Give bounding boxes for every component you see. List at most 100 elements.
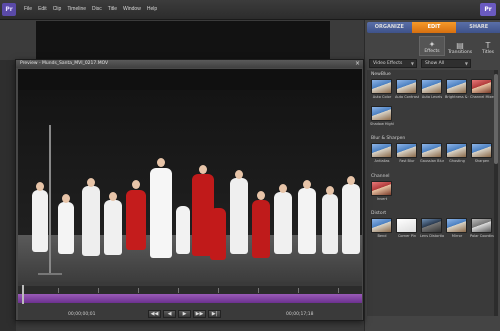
choir-child-head: [347, 176, 355, 185]
effect-thumb[interactable]: Auto Levels: [421, 79, 442, 101]
menu-disc[interactable]: Disc: [92, 6, 102, 12]
step-back-button[interactable]: ◀: [163, 310, 176, 318]
subtab-effects[interactable]: ✦ Effects: [419, 36, 445, 56]
effect-thumb[interactable]: Channel Mixer: [470, 79, 494, 101]
effect-thumb[interactable]: Auto Color: [371, 79, 392, 101]
choir-child-head: [235, 170, 243, 179]
choir-child: [58, 202, 74, 254]
effect-thumb[interactable]: Bend: [371, 218, 392, 240]
app-logo-icon: Pr: [2, 3, 16, 16]
effect-label: Gaussian Blur: [420, 159, 444, 163]
transport-controls: ◀◀ ◀ ▶ ▶▶ ▶|: [148, 310, 221, 318]
app-window: Pr File Edit Clip Timeline Disc Title Wi…: [0, 0, 500, 331]
tab-share[interactable]: SHARE: [456, 22, 500, 33]
step-forward-button[interactable]: ▶|: [208, 310, 221, 318]
effect-thumb[interactable]: Gaussian Blur: [420, 143, 444, 165]
menu-timeline[interactable]: Timeline: [67, 6, 86, 12]
effect-thumb[interactable]: Mirror: [446, 218, 467, 240]
preview-title: Preview - Munds_Santa_MVI_0217.MOV: [20, 61, 109, 66]
effect-thumb[interactable]: Shadow Highlight: [370, 106, 394, 128]
effect-preview-image: [371, 143, 392, 158]
menu-help[interactable]: Help: [147, 6, 157, 12]
play-button[interactable]: ▶: [178, 310, 191, 318]
effect-preview-image: [471, 79, 492, 94]
choir-child-head: [87, 178, 95, 187]
effects-scrollbar-thumb[interactable]: [494, 74, 498, 164]
effect-label: Mirror: [451, 234, 463, 238]
subtab-titles[interactable]: T Titles: [475, 36, 500, 56]
santa-child-head: [257, 191, 265, 200]
tasks-panel: ORGANIZE EDIT SHARE ✦ Effects ▤ Transiti…: [364, 20, 500, 331]
effect-label: Sharpen: [474, 159, 490, 163]
effect-thumb[interactable]: Lens Distortion: [420, 218, 444, 240]
effect-preview-image: [396, 79, 417, 94]
menu-file[interactable]: File: [24, 6, 32, 12]
playhead[interactable]: [22, 285, 24, 304]
ruler-tick: [338, 288, 339, 293]
subtab-transitions[interactable]: ▤ Transitions: [447, 36, 473, 56]
clip-track[interactable]: [18, 294, 362, 303]
effect-thumb[interactable]: Corner Pin: [396, 218, 417, 240]
effect-preview-image: [371, 181, 392, 196]
menu-clip[interactable]: Clip: [53, 6, 62, 12]
effect-thumb[interactable]: Ghosting: [446, 143, 467, 165]
menu-edit[interactable]: Edit: [38, 6, 47, 12]
effect-label: Brightness & Contrast: [445, 95, 469, 99]
effect-label: Invert: [376, 197, 388, 201]
effect-preview-image: [421, 143, 442, 158]
category-dropdown[interactable]: Video Effects ▼: [369, 59, 417, 68]
effects-list: NewBlue Auto Color Auto Contrast Auto Le…: [367, 70, 495, 316]
menu-title[interactable]: Title: [108, 6, 117, 12]
ruler-tick: [98, 288, 99, 293]
tab-edit[interactable]: EDIT: [411, 22, 457, 33]
section-label: Distort: [371, 211, 387, 216]
effect-label: Auto Color: [372, 95, 392, 99]
tab-organize[interactable]: ORGANIZE: [367, 22, 412, 33]
close-icon[interactable]: ×: [355, 60, 360, 67]
show-dropdown-value: Show All: [425, 61, 445, 66]
choir-child: [342, 184, 360, 254]
titles-icon: T: [485, 41, 491, 50]
effect-thumb[interactable]: Polar Coordinates: [470, 218, 494, 240]
effect-preview-image: [371, 106, 392, 121]
effect-preview-image: [371, 218, 392, 233]
choir-child-head: [36, 182, 44, 191]
effect-thumb[interactable]: Fast Blur: [396, 143, 417, 165]
santa-child: [126, 190, 146, 250]
effect-preview-image: [396, 143, 417, 158]
effect-preview-image: [371, 79, 392, 94]
section-label: NewBlue: [371, 72, 391, 77]
effect-thumb[interactable]: Brightness & Contrast: [445, 79, 469, 101]
subtab-titles-label: Titles: [482, 50, 494, 55]
effect-preview-image: [446, 143, 467, 158]
show-dropdown[interactable]: Show All ▼: [421, 59, 471, 68]
effect-preview-image: [471, 218, 492, 233]
choir-child-head: [62, 194, 70, 203]
current-time: 00;00;00;01: [68, 312, 96, 317]
santa-child-head: [132, 180, 140, 189]
choir-child: [274, 192, 292, 254]
effect-label: Lens Distortion: [420, 234, 444, 238]
santa-child: [252, 200, 270, 258]
chevron-down-icon: ▼: [410, 61, 414, 66]
fast-forward-button[interactable]: ▶▶: [193, 310, 206, 318]
choir-child: [322, 194, 338, 254]
choir-child: [176, 206, 190, 254]
menu-window[interactable]: Window: [123, 6, 141, 12]
effect-thumb[interactable]: Sharpen: [471, 143, 492, 165]
effect-preview-image: [421, 79, 442, 94]
video-frame: [18, 90, 362, 282]
effect-thumb[interactable]: Invert: [371, 181, 392, 203]
timeline-ruler[interactable]: [18, 286, 362, 294]
preview-titlebar[interactable]: Preview - Munds_Santa_MVI_0217.MOV ×: [16, 60, 363, 68]
effect-preview-image: [446, 79, 467, 94]
effect-thumb[interactable]: Auto Contrast: [395, 79, 419, 101]
ruler-tick: [58, 288, 59, 293]
rewind-button[interactable]: ◀◀: [148, 310, 161, 318]
chevron-down-icon: ▼: [464, 61, 468, 66]
effect-thumb[interactable]: Antialias: [371, 143, 392, 165]
choir-child: [82, 186, 100, 256]
microphone-base: [38, 273, 62, 275]
ruler-tick: [298, 288, 299, 293]
effects-filters: Video Effects ▼ Show All ▼: [369, 59, 499, 68]
